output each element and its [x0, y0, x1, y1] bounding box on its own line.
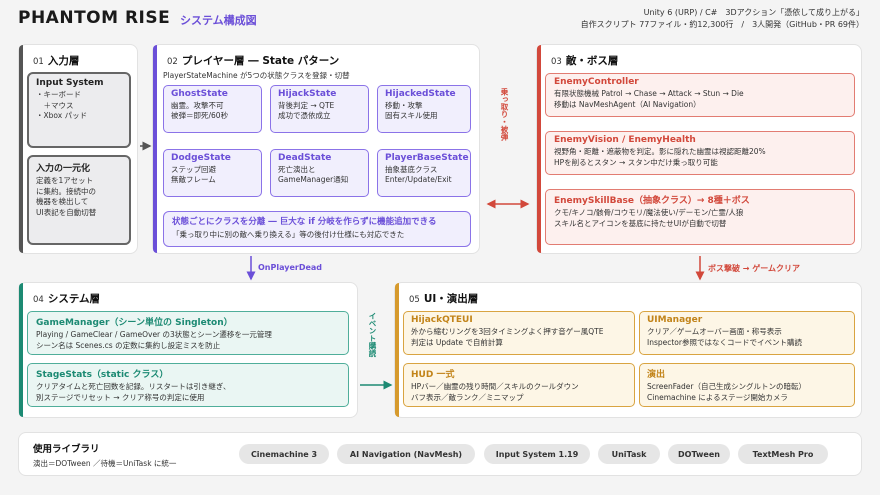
player-to-system-arrow-label: OnPlayerDead [258, 263, 323, 272]
lib-textmesh-pro: TextMesh Pro [738, 444, 828, 464]
libraries-note: 演出＝DOTween ／待機＝UniTask に統一 [33, 459, 177, 468]
player-enemy-arrow-label: 乗っ取り・被弾 [500, 88, 509, 141]
connector-arrows [140, 141, 705, 390]
libraries-title: 使用ライブラリ [33, 444, 100, 455]
system-to-ui-arrow-label: イベント購読 [368, 312, 377, 357]
lib-ai-navigation: AI Navigation (NavMesh) [337, 444, 475, 464]
lib-cinemachine: Cinemachine 3 [239, 444, 329, 464]
lib-unitask: UniTask [598, 444, 660, 464]
lib-dotween: DOTween [668, 444, 730, 464]
enemy-to-ui-arrow-label: ボス撃破 → ゲームクリア [708, 264, 801, 273]
lib-input-system: Input System 1.19 [484, 444, 590, 464]
